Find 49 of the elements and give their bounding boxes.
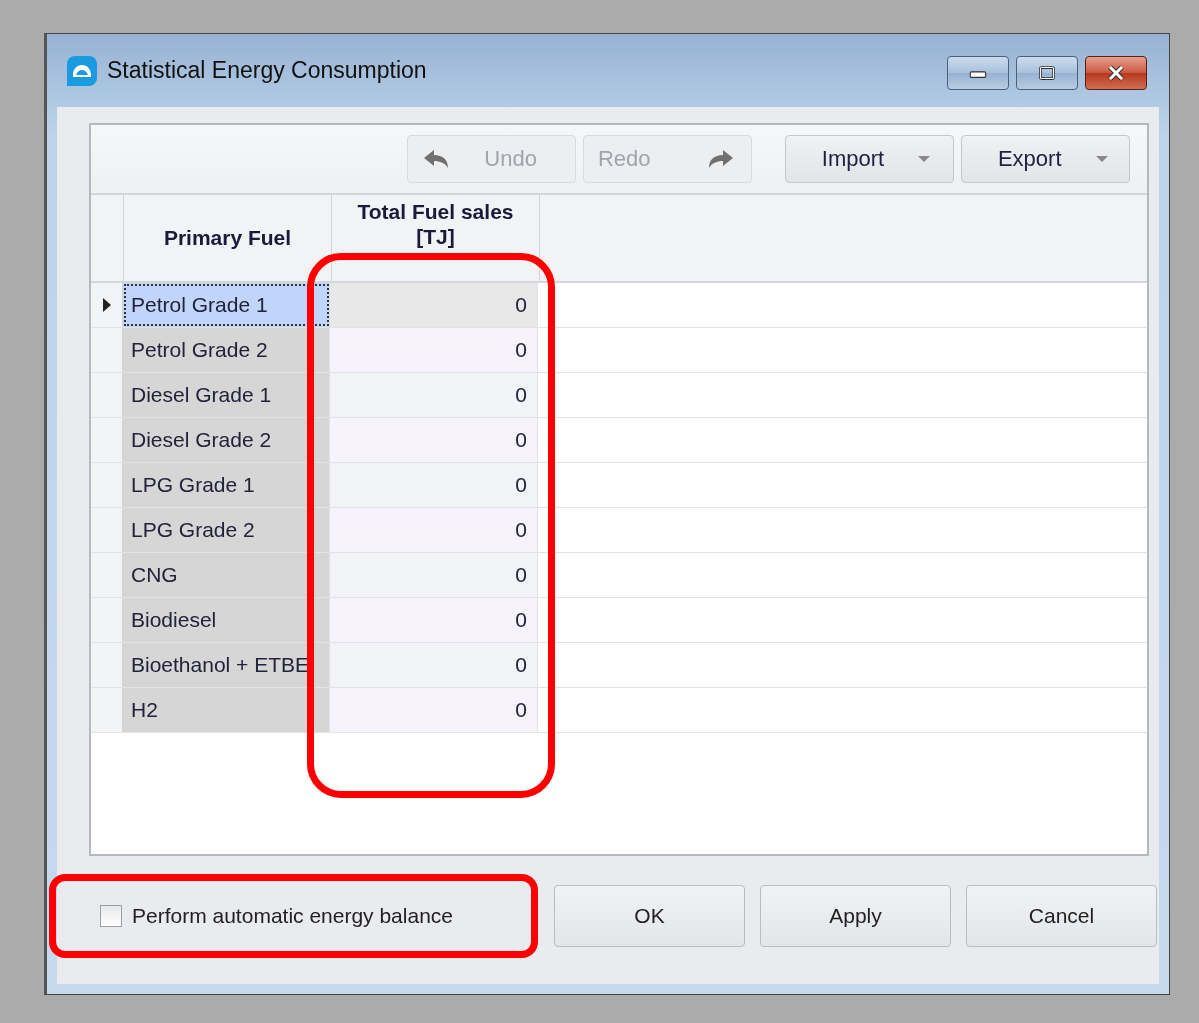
table-cell[interactable]: 0 bbox=[330, 328, 538, 372]
table-cell[interactable]: 0 bbox=[330, 463, 538, 507]
checkbox-label: Perform automatic energy balance bbox=[132, 904, 453, 928]
close-button[interactable] bbox=[1085, 56, 1147, 90]
table-cell[interactable]: Petrol Grade 2 bbox=[123, 328, 330, 372]
table-cell[interactable]: CNG bbox=[123, 553, 330, 597]
dialog-button[interactable]: Apply bbox=[760, 885, 951, 947]
table-cell[interactable]: Petrol Grade 1 bbox=[123, 283, 330, 327]
row-header-cell[interactable] bbox=[91, 463, 123, 507]
toolbar-button[interactable]: Export bbox=[960, 135, 1130, 183]
table-cell[interactable]: 0 bbox=[330, 418, 538, 462]
row-header-cell[interactable] bbox=[91, 598, 123, 642]
caret-icon bbox=[1095, 156, 1108, 162]
toolbar-button[interactable]: Import bbox=[784, 135, 954, 183]
close-icon bbox=[1105, 65, 1127, 81]
row-header-cell[interactable] bbox=[91, 283, 123, 327]
maximize-icon bbox=[1036, 65, 1058, 81]
checkbox[interactable] bbox=[100, 905, 122, 927]
table-cell[interactable]: Diesel Grade 2 bbox=[123, 418, 330, 462]
table-cell[interactable]: LPG Grade 2 bbox=[123, 508, 330, 552]
table-cell[interactable]: H2 bbox=[123, 688, 330, 732]
minimize-button[interactable] bbox=[947, 56, 1009, 90]
column-header[interactable]: Primary Fuel bbox=[124, 195, 332, 281]
row-header-cell[interactable] bbox=[91, 373, 123, 417]
row-header-cell[interactable] bbox=[91, 328, 123, 372]
table-cell[interactable]: 0 bbox=[330, 283, 538, 327]
app-logo-icon bbox=[67, 55, 97, 86]
table-cell[interactable]: 0 bbox=[330, 688, 538, 732]
table-cell[interactable]: 0 bbox=[330, 373, 538, 417]
row-header-cell[interactable] bbox=[91, 418, 123, 462]
table-cell[interactable]: 0 bbox=[330, 643, 538, 687]
column-header[interactable]: Total Fuel sales [TJ] bbox=[332, 195, 540, 281]
table-cell[interactable]: Biodiesel bbox=[123, 598, 330, 642]
dialog-button[interactable]: Cancel bbox=[966, 885, 1157, 947]
row-header-cell[interactable] bbox=[91, 508, 123, 552]
maximize-button[interactable] bbox=[1016, 56, 1078, 90]
row-header-cell[interactable] bbox=[91, 553, 123, 597]
dialog-button[interactable]: OK bbox=[554, 885, 745, 947]
caret-icon bbox=[918, 156, 931, 162]
table-cell[interactable]: 0 bbox=[330, 598, 538, 642]
row-header-cell[interactable] bbox=[91, 643, 123, 687]
table-cell[interactable]: Diesel Grade 1 bbox=[123, 373, 330, 417]
current-row-icon bbox=[102, 298, 111, 312]
table-cell[interactable]: Bioethanol + ETBE bbox=[123, 643, 330, 687]
row-header-cell[interactable] bbox=[91, 688, 123, 732]
table-cell[interactable]: 0 bbox=[330, 553, 538, 597]
table-cell[interactable]: LPG Grade 1 bbox=[123, 463, 330, 507]
window-title: Statistical Energy Consumption bbox=[107, 57, 428, 84]
table-cell[interactable]: 0 bbox=[330, 508, 538, 552]
